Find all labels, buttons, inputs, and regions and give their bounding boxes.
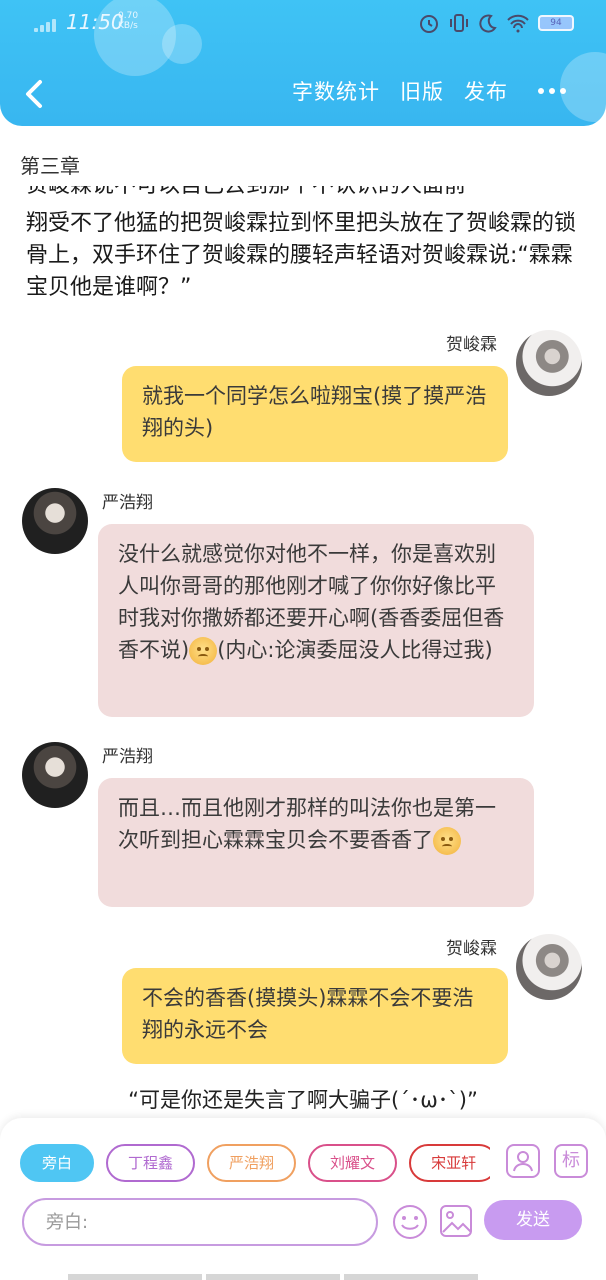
message-speaker-name: 严浩翔	[102, 747, 153, 767]
worried-face-icon	[433, 827, 461, 855]
narration-text: 翔受不了他猛的把贺峻霖拉到怀里把头放在了贺峻霖的锁骨上，双手环住了贺峻霖的腰轻声…	[26, 211, 577, 300]
character-manage-icon[interactable]	[506, 1144, 540, 1178]
avatar[interactable]	[22, 488, 88, 554]
message-bubble[interactable]: 没什么就感觉你对他不一样，你是喜欢别人叫你哥哥的那他刚才喊了你你好像比平时我对你…	[98, 524, 534, 717]
message-speaker-name: 严浩翔	[102, 493, 153, 513]
moon-icon	[479, 14, 497, 33]
network-speed: 0.70 KB/s	[118, 11, 138, 31]
word-count-button[interactable]: 字数统计	[292, 76, 380, 106]
message-bubble[interactable]: 就我一个同学怎么啦翔宝(摸了摸严浩翔的头)	[122, 366, 508, 462]
avatar[interactable]	[516, 330, 582, 396]
role-chip-ding[interactable]: 丁程鑫	[106, 1144, 196, 1182]
signal-icon	[34, 18, 60, 32]
alarm-icon	[420, 15, 438, 33]
back-button[interactable]	[18, 74, 52, 114]
message-text: 不会的香香(摸摸头)霖霖不会不要浩翔的永远不会	[142, 986, 474, 1042]
role-chip-song[interactable]: 宋亚轩	[409, 1144, 490, 1182]
message-speaker-name: 贺峻霖	[446, 335, 497, 355]
battery-icon: 94	[538, 15, 574, 31]
narration-cut-line: 贺峻霖说不可以自己去到那个不认识的人面前	[26, 186, 582, 202]
vibrate-icon	[450, 14, 468, 32]
message-bubble[interactable]: 不会的香香(摸摸头)霖霖不会不要浩翔的永远不会	[122, 968, 508, 1064]
status-time: 11:50	[66, 10, 124, 34]
role-chip-liu[interactable]: 刘耀文	[308, 1144, 398, 1182]
message-text-continued: (内心:论演委屈没人比得过我)	[217, 638, 493, 662]
closing-narration: “可是你还是失言了啊大骗子(´･ω･`)”	[128, 1088, 478, 1112]
role-chip-narration[interactable]: 旁白	[20, 1144, 95, 1182]
role-selector: 旁白 丁程鑫 严浩翔 刘耀文 宋亚轩	[20, 1144, 490, 1184]
worried-face-icon	[189, 637, 218, 665]
image-icon[interactable]	[439, 1204, 473, 1238]
more-options-button[interactable]	[528, 88, 566, 94]
network-speed-value: 0.70	[118, 11, 139, 21]
narration-block: 贺峻霖说不可以自己去到那个不认识的人面前 翔受不了他猛的把贺峻霖拉到怀里把头放在…	[26, 186, 582, 304]
network-speed-unit: KB/s	[118, 21, 138, 31]
wifi-icon	[507, 14, 529, 33]
message-speaker-name: 贺峻霖	[446, 939, 497, 959]
avatar[interactable]	[22, 742, 88, 808]
tag-icon[interactable]: 标	[554, 1144, 588, 1178]
avatar[interactable]	[516, 934, 582, 1000]
message-bubble[interactable]: 而且…而且他刚才那样的叫法你也是第一次听到担心霖霖宝贝会不要香香了	[98, 778, 534, 907]
role-chip-yan[interactable]: 严浩翔	[207, 1144, 297, 1182]
input-panel: 旁白丁程鑫严浩翔刘耀文宋亚轩 标 发送	[0, 1118, 606, 1280]
message-text: 就我一个同学怎么啦翔宝(摸了摸严浩翔的头)	[142, 384, 487, 440]
status-bar: 11:50 0.70 KB/s 94	[0, 8, 606, 38]
emoji-icon[interactable]	[392, 1204, 428, 1240]
old-version-button[interactable]: 旧版	[400, 76, 444, 106]
message-input[interactable]	[22, 1198, 378, 1246]
bottom-nav-bar	[68, 1274, 478, 1280]
top-app-bar: 11:50 0.70 KB/s 94 字数统计 旧版 发布	[0, 0, 606, 126]
publish-button[interactable]: 发布	[464, 76, 508, 106]
send-button[interactable]: 发送	[484, 1200, 582, 1240]
chapter-title: 第三章	[20, 154, 80, 178]
